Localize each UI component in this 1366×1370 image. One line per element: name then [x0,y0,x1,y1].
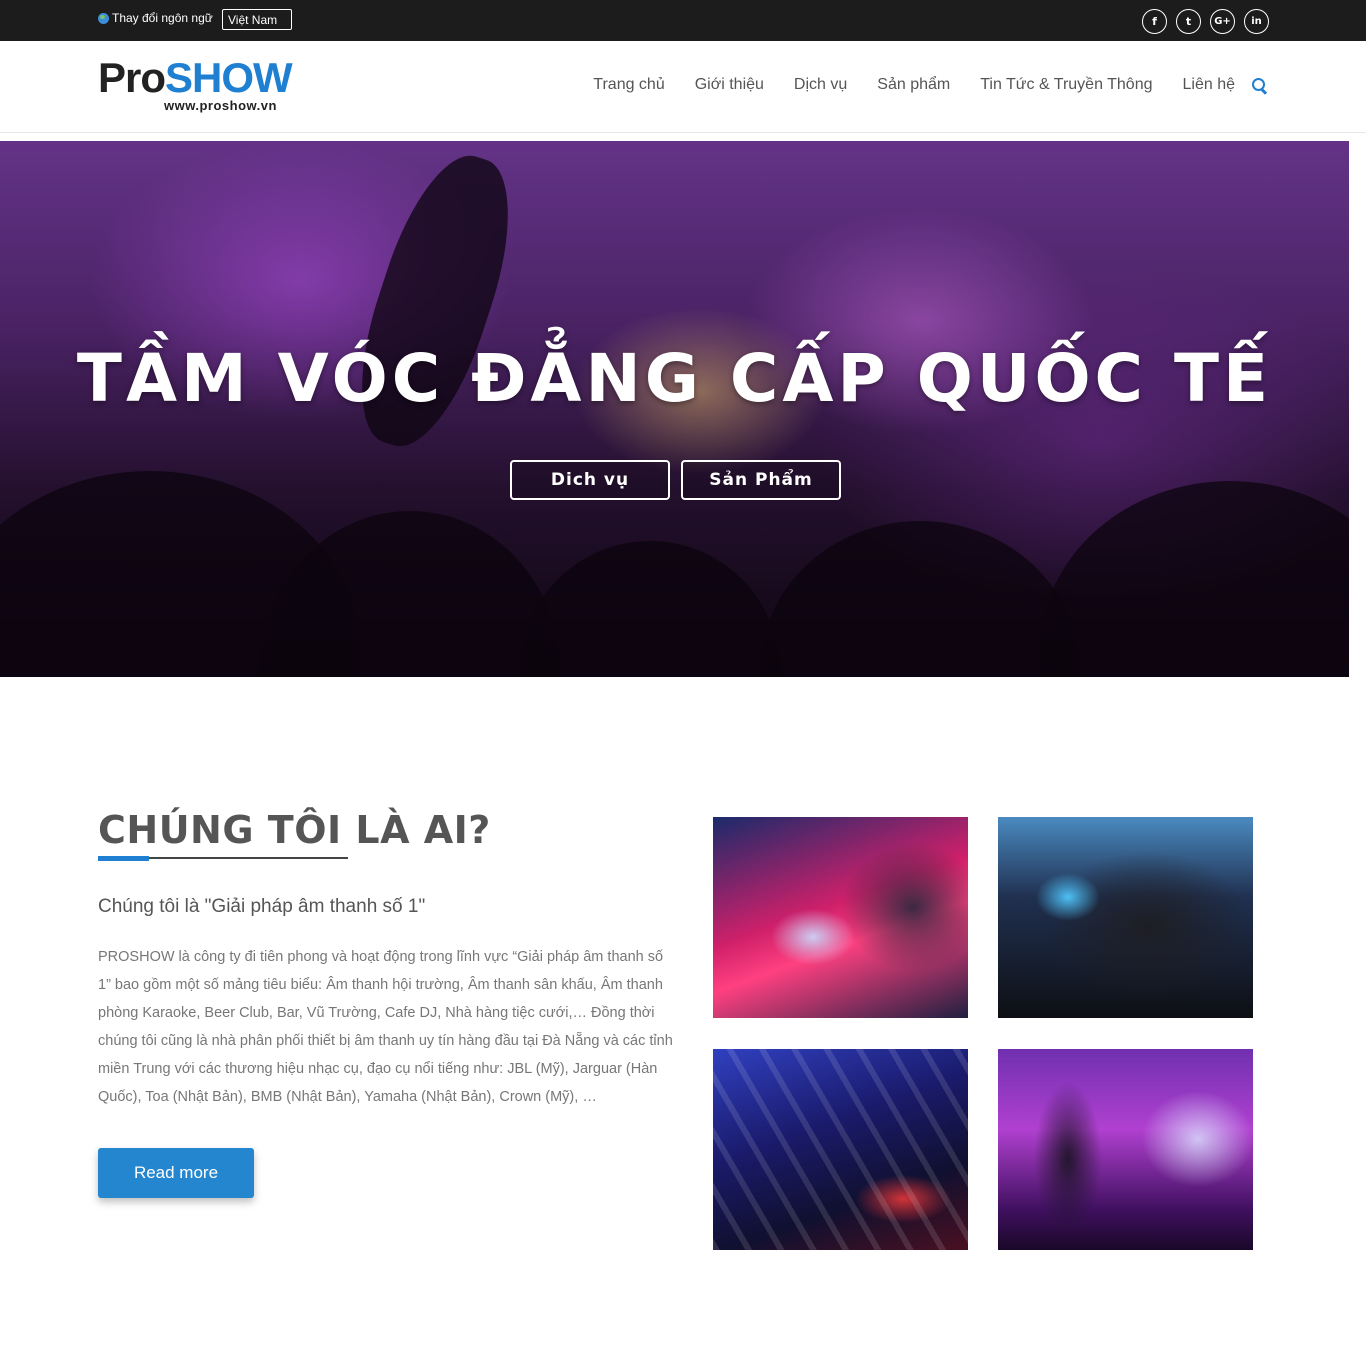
hero-banner: TẦM VÓC ĐẲNG CẤP QUỐC TẾ Dich vụ Sản Phẩ… [0,141,1349,677]
social-links: f t G+ in [1142,9,1269,34]
logo-pro-text: Pro [98,54,166,101]
logo-show-text: SHOW [165,54,293,101]
site-header: Pro SHOW www.proshow.vn Trang chủ Giới t… [0,41,1366,133]
main-nav: Trang chủ Giới thiệu Dịch vụ Sản phẩm Ti… [563,76,1268,94]
globe-icon [98,12,109,24]
nav-item-about[interactable]: Giới thiệu [695,76,764,94]
about-body: PROSHOW là công ty đi tiên phong và hoạt… [98,949,673,1105]
nav-item-services[interactable]: Dịch vụ [794,76,847,94]
top-bar: Thay đổi ngôn ngữ Việt Nam f t G+ in [0,0,1366,41]
read-more-button[interactable]: Read more [98,1148,254,1198]
hero-buttons: Dich vụ Sản Phẩm [510,460,841,500]
language-select[interactable]: Việt Nam [222,9,292,30]
about-subtitle: Chúng tôi là "Giải pháp âm thanh số 1" [98,896,426,917]
nav-item-products[interactable]: Sản phẩm [877,76,950,94]
hero-title: TẦM VÓC ĐẲNG CẤP QUỐC TẾ [76,340,1273,417]
nav-item-news[interactable]: Tin Tức & Truyền Thông [980,76,1152,94]
language-switcher: Thay đổi ngôn ngữ [98,11,213,25]
site-logo[interactable]: Pro SHOW www.proshow.vn [98,57,298,117]
services-button[interactable]: Dich vụ [510,460,670,500]
dj-console-photo [713,817,968,1018]
nav-item-home[interactable]: Trang chủ [593,76,664,94]
language-label: Thay đổi ngôn ngữ [112,11,213,25]
linkedin-icon[interactable]: in [1244,9,1269,34]
facebook-icon[interactable]: f [1142,9,1167,34]
title-divider-accent [98,856,149,861]
mixing-board-photo [713,1049,968,1250]
video-camera-photo [998,817,1253,1018]
twitter-icon[interactable]: t [1176,9,1201,34]
products-button[interactable]: Sản Phẩm [681,460,841,500]
about-title: CHÚNG TÔI LÀ AI? [98,808,491,852]
google-plus-icon[interactable]: G+ [1210,9,1235,34]
stage-performer-photo [998,1049,1253,1250]
search-icon[interactable] [1251,77,1268,94]
nav-item-contact[interactable]: Liên hệ [1183,76,1236,94]
